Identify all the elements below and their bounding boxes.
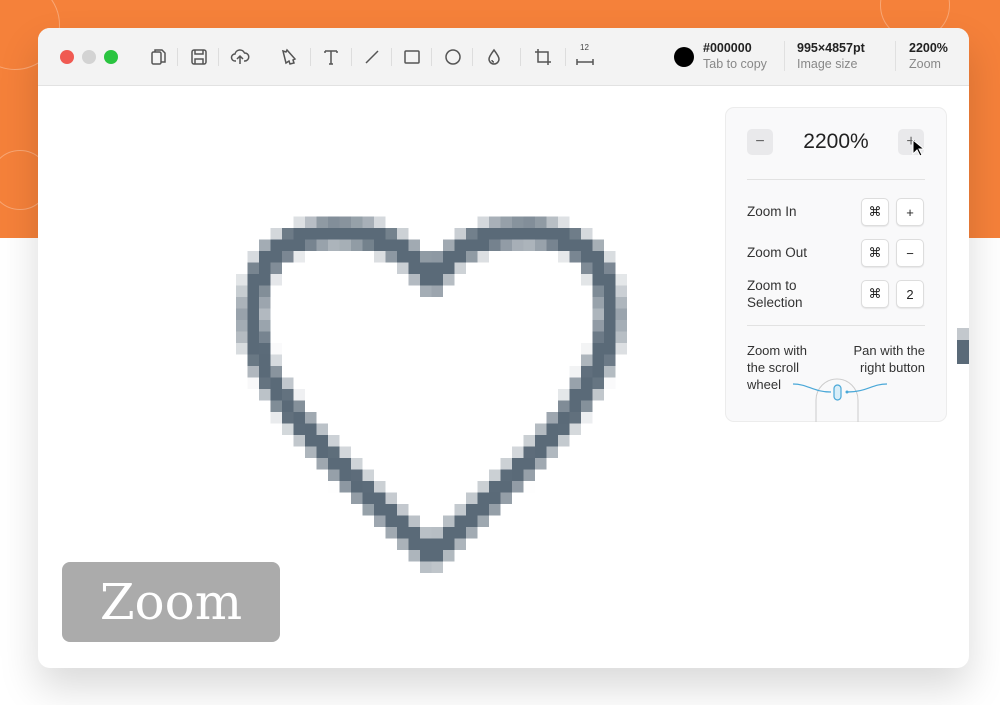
- zoom-info[interactable]: 2200% Zoom: [909, 40, 948, 72]
- ruler-icon[interactable]: 12: [573, 43, 597, 68]
- maximize-button[interactable]: [104, 50, 118, 64]
- shortcut-key: 2: [896, 280, 924, 308]
- pointer-arrow-icon[interactable]: [277, 46, 301, 68]
- app-window: 12 #000000 Tab to copy 995×4857pt Image si…: [38, 28, 969, 668]
- divider: [784, 41, 785, 71]
- color-hint: Tab to copy: [703, 57, 767, 71]
- divider: [218, 48, 219, 66]
- upload-cloud-icon[interactable]: [228, 46, 252, 68]
- shortcut-label: Zoom In: [747, 204, 797, 219]
- divider: [431, 48, 432, 66]
- crop-icon[interactable]: [531, 46, 555, 68]
- toolbar: 12 #000000 Tab to copy 995×4857pt Image si…: [38, 28, 969, 86]
- shortcut-key: −: [896, 239, 924, 267]
- ruler-label: 12: [580, 43, 589, 52]
- divider: [472, 48, 473, 66]
- text-icon[interactable]: [319, 46, 343, 68]
- ellipse-icon[interactable]: [441, 46, 465, 68]
- color-value: #000000: [703, 41, 752, 55]
- color-info[interactable]: #000000 Tab to copy: [703, 40, 767, 72]
- zoom-badge: Zoom: [62, 562, 280, 642]
- image-pixel: [957, 328, 969, 340]
- zoomed-heart-image[interactable]: [236, 205, 627, 573]
- shortcut-label: Zoom to Selection: [747, 278, 803, 310]
- mouse-icon: [792, 378, 888, 422]
- divider: [895, 41, 896, 71]
- shortcut-label: Zoom Out: [747, 245, 808, 260]
- cmd-key: ⌘: [861, 239, 889, 267]
- divider: [391, 48, 392, 66]
- rectangle-icon[interactable]: [400, 46, 424, 68]
- cmd-key: ⌘: [861, 280, 889, 308]
- image-size-value: 995×4857pt: [797, 41, 865, 55]
- divider: [747, 179, 925, 180]
- divider: [177, 48, 178, 66]
- divider: [310, 48, 311, 66]
- close-button[interactable]: [60, 50, 74, 64]
- image-size-label: Image size: [797, 57, 858, 71]
- droplet-icon[interactable]: [482, 46, 506, 68]
- divider: [747, 325, 925, 326]
- color-swatch[interactable]: [674, 47, 694, 67]
- image-pixel: [957, 340, 969, 364]
- mouse-cursor-icon: [912, 139, 924, 157]
- copy-icon[interactable]: [146, 46, 170, 68]
- divider: [520, 48, 521, 66]
- line-icon[interactable]: [360, 46, 384, 68]
- zoom-value: 2200%: [909, 41, 948, 55]
- zoom-panel: − 2200% + Zoom In ⌘ + Zoom Out ⌘ − Zoom …: [725, 107, 947, 422]
- zoom-out-button[interactable]: −: [747, 129, 773, 155]
- shortcut-key: +: [896, 198, 924, 226]
- zoom-level: 2200%: [803, 130, 869, 153]
- divider: [565, 48, 566, 66]
- save-icon[interactable]: [187, 46, 211, 68]
- image-size-info: 995×4857pt Image size: [797, 40, 865, 72]
- cmd-key: ⌘: [861, 198, 889, 226]
- divider: [351, 48, 352, 66]
- zoom-label: Zoom: [909, 57, 941, 71]
- minimize-button[interactable]: [82, 50, 96, 64]
